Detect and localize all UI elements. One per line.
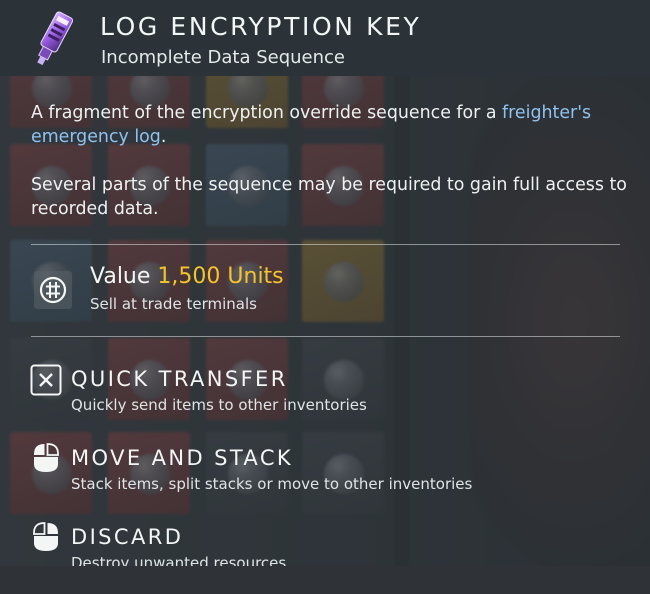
tooltip-header: LOG ENCRYPTION KEY Incomplete Data Seque… <box>0 0 650 76</box>
divider <box>31 336 620 337</box>
divider <box>31 244 620 245</box>
left-mouse-button-icon[interactable] <box>30 442 62 474</box>
move-and-stack-hint: Stack items, split stacks or move to oth… <box>71 475 473 493</box>
discard-action[interactable]: DISCARD <box>71 525 183 549</box>
units-currency-icon <box>34 271 72 309</box>
item-subtitle: Incomplete Data Sequence <box>101 47 346 68</box>
item-description-2: Several parts of the sequence may be req… <box>31 175 627 219</box>
quick-transfer-hint: Quickly send items to other inventories <box>71 396 367 414</box>
bottom-bar <box>0 566 650 594</box>
value-hint: Sell at trade terminals <box>90 295 257 313</box>
value-label: Value <box>90 264 151 289</box>
item-title: LOG ENCRYPTION KEY <box>100 12 422 41</box>
value-row: Value 1,500 Units <box>90 264 284 289</box>
quick-transfer-action[interactable]: QUICK TRANSFER <box>71 367 288 391</box>
value-amount: 1,500 Units <box>157 264 284 289</box>
description-end: . <box>160 127 167 147</box>
item-description: A fragment of the encryption override se… <box>31 101 631 149</box>
right-mouse-button-icon[interactable] <box>30 521 62 553</box>
move-and-stack-action[interactable]: MOVE AND STACK <box>71 446 293 470</box>
description-text: A fragment of the encryption override se… <box>31 103 503 123</box>
x-key-icon[interactable] <box>30 364 62 396</box>
encryption-key-icon <box>37 11 74 66</box>
